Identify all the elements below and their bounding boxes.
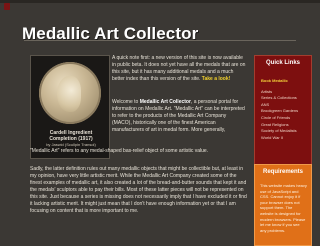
- quick-link-ans[interactable]: ANS: [261, 102, 309, 109]
- quick-link-home[interactable]: Book Medallic: [261, 78, 309, 85]
- medal-caption: Cardell Ingredient Completion (1917) by …: [37, 130, 105, 148]
- quick-link-series[interactable]: Series & Collections: [261, 95, 309, 102]
- header-divider: [24, 40, 296, 41]
- body-paragraph: Sadly, the latter definition rules out m…: [30, 166, 247, 214]
- quick-links-list: Book Medallic Artists Series & Collectio…: [261, 78, 309, 141]
- welcome-prefix: Welcome to: [112, 99, 140, 105]
- quick-link-religions[interactable]: Great Religions: [261, 122, 309, 129]
- medal-image[interactable]: [39, 62, 101, 124]
- requirements-title: Requirements: [262, 169, 303, 175]
- intro-text: A quick note first: a new version of thi…: [112, 55, 247, 83]
- quick-links-title: Quick Links: [265, 60, 300, 66]
- quick-links-panel: Quick Links Book Medallic Artists Series…: [254, 55, 312, 165]
- welcome-text: Welcome to Medallic Art Collector, a per…: [112, 99, 247, 134]
- bookmark-icon: [4, 3, 10, 10]
- take-a-look-link[interactable]: Take a look!: [202, 76, 231, 82]
- quick-link-society[interactable]: Society of Medalists: [261, 128, 309, 135]
- quick-link-brookgreen[interactable]: Brookgreen Gardens: [261, 108, 309, 115]
- header: Medallic Art Collector: [0, 14, 320, 43]
- featured-medal-panel: Cardell Ingredient Completion (1917) by …: [30, 55, 110, 159]
- top-strip: [0, 0, 320, 3]
- requirements-panel: Requirements This website makes heavy us…: [254, 164, 312, 246]
- quick-link-ww2[interactable]: World War II: [261, 135, 309, 142]
- site-title[interactable]: Medallic Art Collector: [22, 24, 198, 44]
- welcome-full-text: "Medallic Art" refers to any medal-shape…: [30, 148, 209, 154]
- medal-profile-shape: [57, 76, 81, 112]
- quick-link-circle[interactable]: Circle of Friends: [261, 115, 309, 122]
- medal-caption-title: Cardell Ingredient Completion (1917): [49, 130, 93, 142]
- quick-link-artists[interactable]: Artists: [261, 89, 309, 96]
- site-name: Medallic Art Collector: [139, 99, 191, 105]
- page: Medallic Art Collector Cardell Ingredien…: [0, 0, 320, 246]
- requirements-text: This website makes heavy use of JavaScri…: [260, 183, 307, 233]
